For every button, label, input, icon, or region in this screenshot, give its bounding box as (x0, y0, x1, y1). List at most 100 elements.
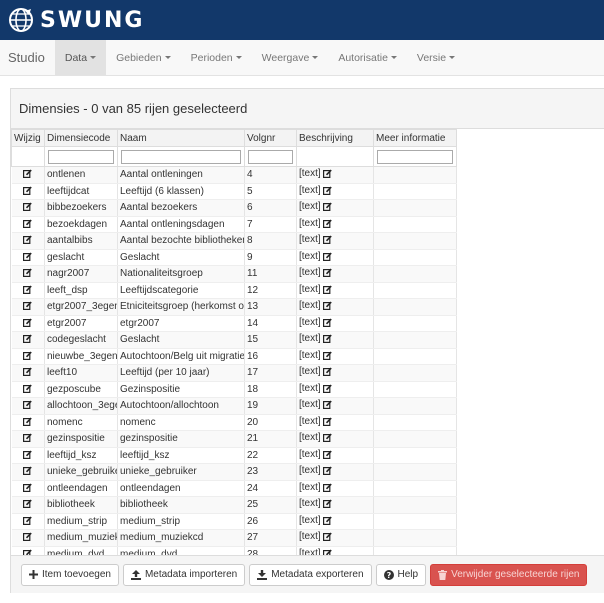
table-row[interactable]: bezoekdagen Aantal ontleningsdagen 7 [text] (11, 216, 457, 233)
filter-dimensiecode-input[interactable] (48, 149, 114, 164)
edit-icon[interactable] (322, 499, 332, 511)
nav-item-data[interactable]: Data (54, 40, 107, 75)
cell-beschrijving[interactable]: [text] (299, 333, 321, 344)
cell-beschrijving[interactable]: [text] (299, 383, 321, 394)
table-row[interactable]: leeft_dsp Leeftijdscategorie 12 [text] (11, 282, 457, 299)
cell-beschrijving[interactable]: [text] (299, 201, 321, 212)
table-row[interactable]: gezposcube Gezinspositie 18 [text] (11, 381, 457, 398)
edit-icon[interactable] (23, 235, 33, 247)
edit-icon[interactable] (23, 433, 33, 445)
edit-icon[interactable] (322, 235, 332, 247)
table-scroll-area[interactable]: Wijzig Dimensiecode Naam Volgnr Beschrij… (11, 129, 604, 555)
cell-beschrijving[interactable]: [text] (299, 465, 321, 476)
table-row[interactable]: medium_muziekcdmedium_muziekcd27[text] (11, 529, 457, 547)
table-row[interactable]: nagr2007 Nationaliteitsgroep 11 [text] (11, 265, 457, 283)
nav-studio[interactable]: Studio (0, 40, 55, 75)
header-naam[interactable]: Naam (117, 129, 245, 147)
table-row[interactable]: etgr2007_3egen Etniciteitsgroep (herkomst… (11, 298, 457, 316)
cell-beschrijving[interactable]: [text] (299, 449, 321, 460)
edit-icon[interactable] (23, 351, 33, 363)
edit-icon[interactable] (23, 417, 33, 429)
edit-icon[interactable] (23, 252, 33, 264)
edit-icon[interactable] (23, 466, 33, 478)
table-row[interactable]: nieuwbe_3egen Autochtoon/Belg uit migrati… (11, 348, 457, 365)
table-row[interactable]: geslacht Geslacht 9 [text] (11, 249, 457, 266)
table-row[interactable]: aantalbibs Aantal bezochte bibliotheken 8[… (11, 232, 457, 250)
edit-icon[interactable] (322, 466, 332, 478)
cell-beschrijving[interactable]: [text] (299, 366, 321, 377)
edit-icon[interactable] (23, 516, 33, 528)
table-row[interactable]: unieke_gebruiker unieke_gebruiker 23 [text] (11, 463, 457, 481)
edit-icon[interactable] (322, 532, 332, 544)
cell-beschrijving[interactable]: [text] (299, 416, 321, 427)
table-row[interactable]: bibbezoekers Aantal bezoekers 6 [text] (11, 199, 457, 217)
add-item-button[interactable]: Item toevoegen (21, 563, 119, 586)
table-row[interactable]: nomenc nomenc 20 [text] (11, 414, 457, 431)
edit-icon[interactable] (23, 499, 33, 511)
header-volgnr[interactable]: Volgnr (244, 129, 297, 147)
edit-icon[interactable] (23, 169, 33, 181)
table-row[interactable]: allochtoon_3egenAutochtoon/allochtoon19[… (11, 397, 457, 415)
cell-beschrijving[interactable]: [text] (299, 185, 321, 196)
edit-icon[interactable] (23, 285, 33, 297)
header-beschrijving[interactable]: Beschrijving (296, 129, 374, 147)
cell-beschrijving[interactable]: [text] (299, 168, 321, 179)
delete-selected-rows-button[interactable]: Verwijder geselecteerde rijen (430, 563, 588, 586)
edit-icon[interactable] (322, 400, 332, 412)
cell-beschrijving[interactable]: [text] (299, 300, 321, 311)
edit-icon[interactable] (23, 450, 33, 462)
brand-logo[interactable]: SWUNG (8, 7, 144, 33)
edit-icon[interactable] (23, 367, 33, 379)
edit-icon[interactable] (23, 532, 33, 544)
edit-icon[interactable] (23, 318, 33, 330)
table-row[interactable]: leeft10 Leeftijd (per 10 jaar) 17 [text] (11, 364, 457, 382)
import-metadata-button[interactable]: Metadata importeren (122, 563, 246, 586)
table-row[interactable]: medium_dvd medium_dvd 28 [text] (11, 546, 457, 555)
edit-icon[interactable] (322, 384, 332, 396)
edit-icon[interactable] (322, 334, 332, 346)
edit-icon[interactable] (23, 400, 33, 412)
cell-beschrijving[interactable]: [text] (299, 498, 321, 509)
header-dimensiecode[interactable]: Dimensiecode (44, 129, 118, 147)
edit-icon[interactable] (23, 334, 33, 346)
table-row[interactable]: etgr2007 etgr2007 14 [text] (11, 315, 457, 332)
cell-beschrijving[interactable]: [text] (299, 482, 321, 493)
edit-icon[interactable] (322, 433, 332, 445)
edit-icon[interactable] (23, 483, 33, 495)
filter-volgnr-input[interactable] (248, 149, 293, 164)
edit-icon[interactable] (322, 186, 332, 198)
table-row[interactable]: bibliotheek bibliotheek 25 [text] (11, 496, 457, 514)
cell-beschrijving[interactable]: [text] (299, 317, 321, 328)
edit-icon[interactable] (322, 516, 332, 528)
edit-icon[interactable] (322, 318, 332, 330)
help-button[interactable]: ? Help (375, 563, 427, 586)
cell-beschrijving[interactable]: [text] (299, 267, 321, 278)
table-row[interactable]: ontleendagen ontleendagen 24 [text] (11, 480, 457, 497)
edit-icon[interactable] (23, 186, 33, 198)
cell-beschrijving[interactable]: [text] (299, 234, 321, 245)
edit-icon[interactable] (322, 417, 332, 429)
table-row[interactable]: leeftijdcat Leeftijd (6 klassen) 5 [text] (11, 183, 457, 200)
table-row[interactable]: medium_strip medium_strip 26 [text] (11, 513, 457, 530)
export-metadata-button[interactable]: Metadata exporteren (249, 563, 372, 586)
filter-meer-informatie-input[interactable] (377, 149, 453, 164)
cell-beschrijving[interactable]: [text] (299, 399, 321, 410)
edit-icon[interactable] (322, 268, 332, 280)
edit-icon[interactable] (23, 268, 33, 280)
cell-beschrijving[interactable]: [text] (299, 432, 321, 443)
cell-beschrijving[interactable]: [text] (299, 218, 321, 229)
edit-icon[interactable] (322, 169, 332, 181)
table-row[interactable]: ontlenen Aantal ontleningen 4 [text] (11, 166, 457, 184)
cell-beschrijving[interactable]: [text] (299, 515, 321, 526)
edit-icon[interactable] (322, 483, 332, 495)
nav-item-weergave[interactable]: Weergave (252, 40, 329, 75)
cell-beschrijving[interactable]: [text] (299, 548, 321, 555)
edit-icon[interactable] (322, 367, 332, 379)
edit-icon[interactable] (322, 450, 332, 462)
edit-icon[interactable] (23, 202, 33, 214)
edit-icon[interactable] (23, 219, 33, 231)
edit-icon[interactable] (322, 351, 332, 363)
edit-icon[interactable] (23, 301, 33, 313)
nav-item-perioden[interactable]: Perioden (181, 40, 252, 75)
edit-icon[interactable] (322, 252, 332, 264)
